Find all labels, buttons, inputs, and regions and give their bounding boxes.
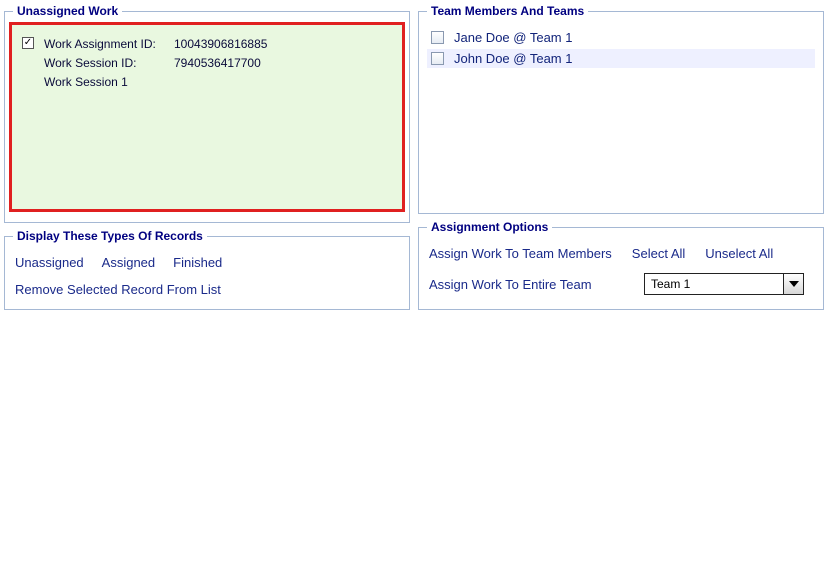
assign-to-team-link[interactable]: Assign Work To Entire Team	[429, 277, 624, 292]
work-session-name: Work Session 1	[44, 73, 128, 92]
display-records-group: Display These Types Of Records Unassigne…	[4, 229, 410, 310]
member-checkbox[interactable]	[431, 52, 444, 65]
work-session-id-label: Work Session ID:	[44, 54, 174, 73]
check-icon: ✓	[24, 38, 32, 48]
member-checkbox[interactable]	[431, 31, 444, 44]
filter-unassigned-link[interactable]: Unassigned	[15, 255, 84, 270]
chevron-down-icon	[789, 281, 799, 287]
display-records-legend: Display These Types Of Records	[13, 229, 207, 243]
unassigned-work-legend: Unassigned Work	[13, 4, 122, 18]
team-members-group: Team Members And Teams Jane Doe @ Team 1…	[418, 4, 824, 214]
assignment-options-legend: Assignment Options	[427, 220, 552, 234]
work-assignment-id-value: 10043906816885	[174, 35, 314, 54]
work-assignment-id-label: Work Assignment ID:	[44, 35, 174, 54]
assignment-options-group: Assignment Options Assign Work To Team M…	[418, 220, 824, 310]
work-item-checkbox[interactable]: ✓	[22, 37, 34, 49]
unassigned-work-group: Unassigned Work ✓ Work Assignment ID: 10…	[4, 4, 410, 223]
filter-assigned-link[interactable]: Assigned	[102, 255, 155, 270]
team-members-legend: Team Members And Teams	[427, 4, 588, 18]
list-item[interactable]: Jane Doe @ Team 1	[427, 28, 815, 47]
team-members-list: Jane Doe @ Team 1 John Doe @ Team 1	[427, 28, 815, 68]
work-item-card[interactable]: ✓ Work Assignment ID: 10043906816885 Wor…	[9, 22, 405, 212]
member-label: Jane Doe @ Team 1	[454, 30, 572, 45]
team-select[interactable]: Team 1	[644, 273, 804, 295]
unselect-all-link[interactable]: Unselect All	[705, 246, 773, 261]
list-item[interactable]: John Doe @ Team 1	[427, 49, 815, 68]
team-select-button[interactable]	[783, 274, 803, 294]
member-label: John Doe @ Team 1	[454, 51, 572, 66]
work-session-id-value: 7940536417700	[174, 54, 314, 73]
work-item-text: Work Assignment ID: 10043906816885 Work …	[44, 35, 314, 93]
remove-selected-link[interactable]: Remove Selected Record From List	[15, 282, 221, 297]
select-all-link[interactable]: Select All	[632, 246, 685, 261]
filter-finished-link[interactable]: Finished	[173, 255, 222, 270]
assign-to-members-link[interactable]: Assign Work To Team Members	[429, 246, 612, 261]
team-select-value: Team 1	[645, 274, 783, 294]
